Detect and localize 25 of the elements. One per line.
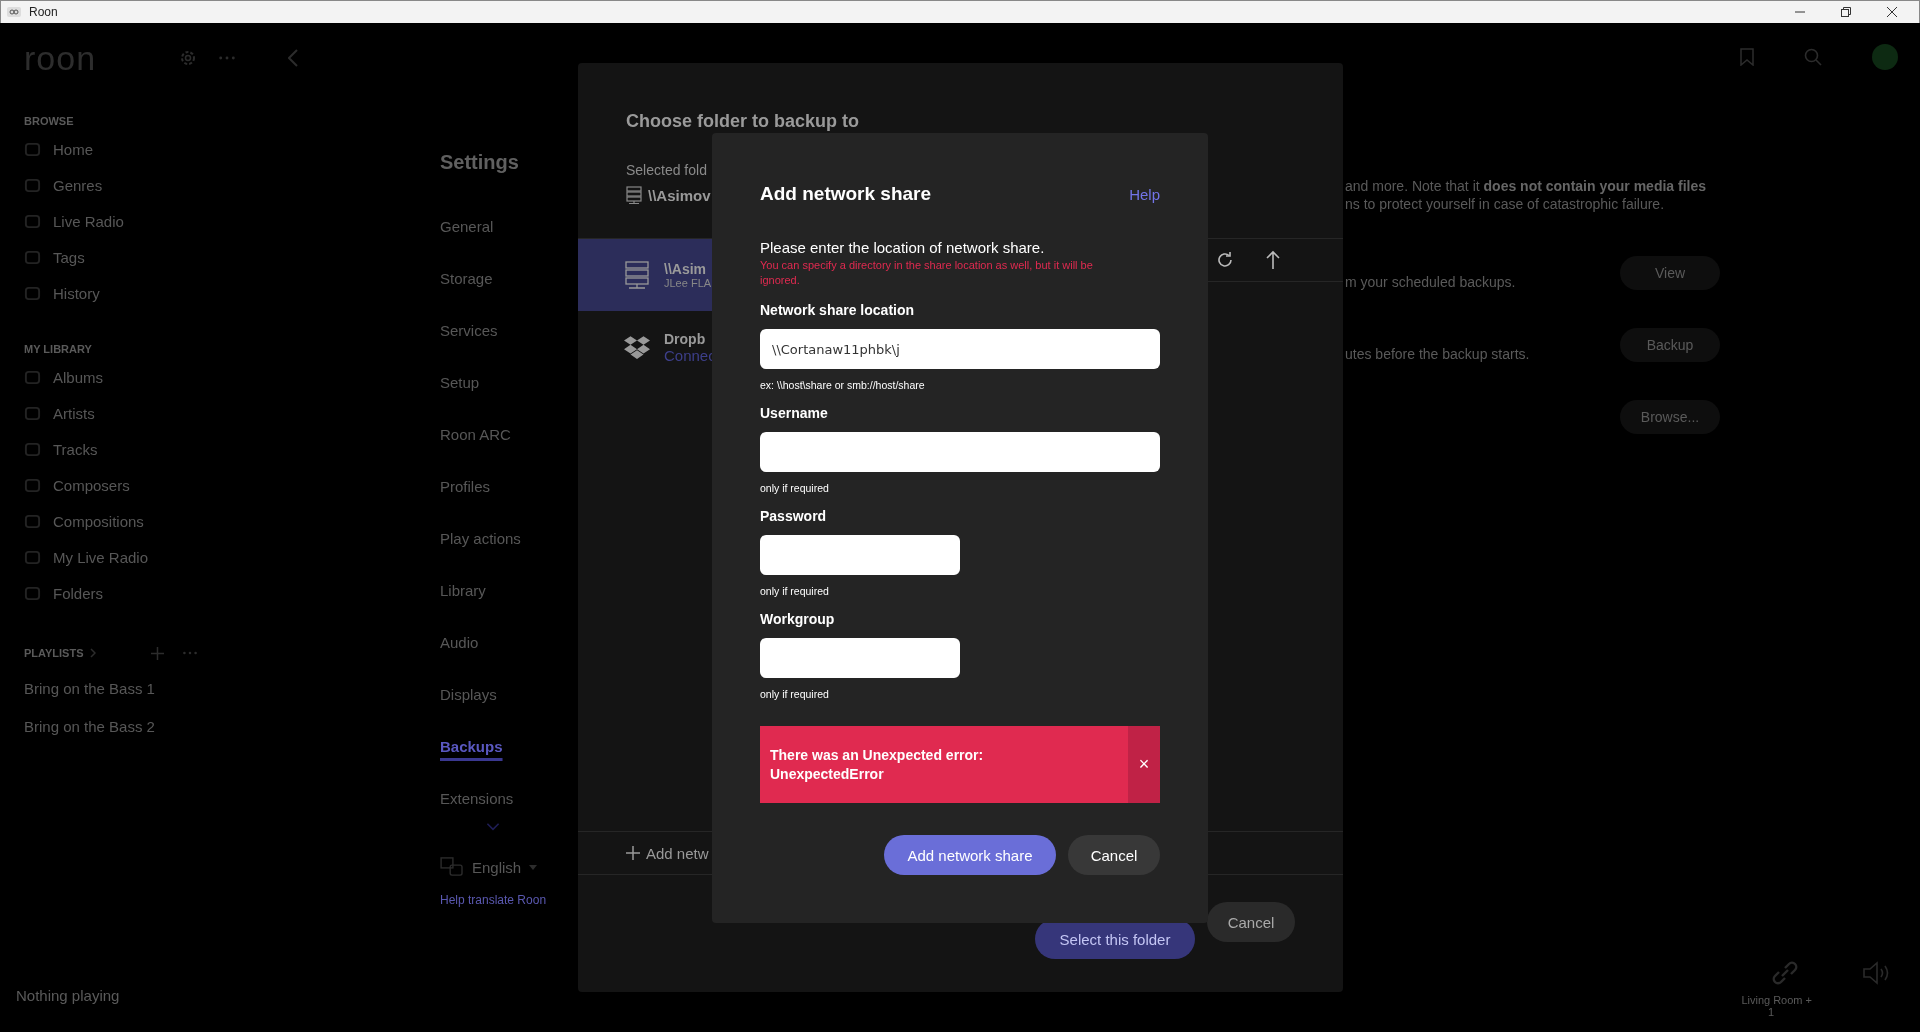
field-hint: only if required xyxy=(760,585,830,597)
field-hint: only if required xyxy=(760,688,830,700)
error-message: There was an Unexpected error: UnexpectedError xyxy=(769,745,985,784)
page-title: Settings xyxy=(440,151,519,175)
dialog-title: Add network share xyxy=(760,183,932,205)
selected-folder-label: Selected fold xyxy=(626,162,708,178)
description-text: and more. Note that it does not contain your media files xyxy=(1345,177,1707,195)
setting-description: utes before the backup starts. xyxy=(1345,345,1531,362)
now-playing-text: Nothing playing xyxy=(16,987,121,1004)
setting-description: m your scheduled backups. xyxy=(1345,273,1517,290)
instruction-text: Please enter the location of network share. xyxy=(760,239,1046,256)
field-label: Password xyxy=(760,508,828,526)
section-heading: MY LIBRARY xyxy=(24,342,93,357)
field-hint: only if required xyxy=(760,482,830,494)
selected-folder-path: \\Asimov xyxy=(648,186,711,204)
field-label: Network share location xyxy=(760,302,916,320)
section-heading: BROWSE xyxy=(24,114,75,129)
field-hint: ex: \\host\share or smb://host/share xyxy=(760,379,926,391)
field-label: Username xyxy=(760,405,829,423)
description-text: ns to protect yourself in case of catastrophic failure. xyxy=(1345,195,1666,213)
field-label: Workgroup xyxy=(760,611,836,629)
dialog-title: Choose folder to backup to xyxy=(626,111,860,132)
window-title: Roon xyxy=(29,5,58,19)
zone-count: 1 xyxy=(1767,1006,1774,1018)
warning-text: You can specify a directory in the share location as well, but it will be ignored. xyxy=(760,258,1094,288)
